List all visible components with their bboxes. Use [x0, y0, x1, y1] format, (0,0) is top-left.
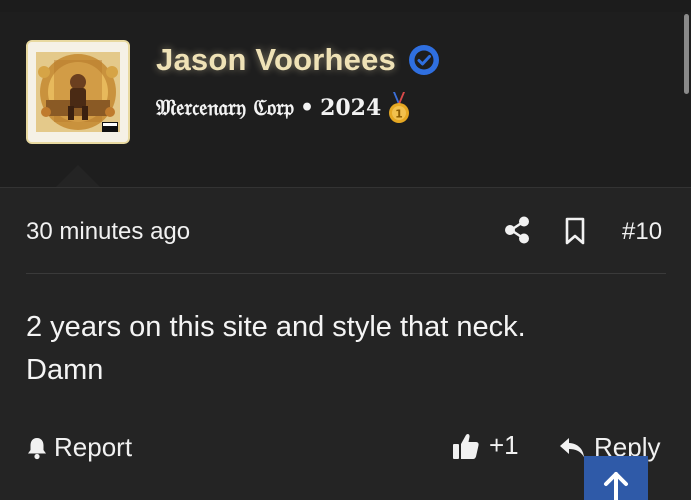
bookmark-icon[interactable] [563, 216, 587, 246]
post-body: 2 years on this site and style that neck… [26, 306, 666, 392]
reply-arrow-icon [560, 437, 584, 457]
user-title: 𝔐𝔢𝔯𝔠𝔢𝔫𝔞𝔯𝔶 ℭ𝔬𝔯𝔭 [156, 95, 294, 121]
arrow-up-icon [604, 472, 628, 500]
scroll-to-top-button[interactable] [584, 456, 648, 500]
album-cover-icon [28, 42, 128, 142]
post-timestamp[interactable]: 30 minutes ago [26, 218, 190, 246]
header-pointer-notch [56, 165, 100, 187]
avatar[interactable] [26, 40, 130, 144]
forum-post-page: Jason Voorhees 𝔐𝔢𝔯𝔠𝔢𝔫𝔞𝔯𝔶 ℭ𝔬𝔯𝔭 • 2024 1 3… [0, 0, 691, 500]
like-button[interactable]: +1 [451, 430, 519, 461]
meta-divider [26, 273, 666, 274]
username-row: Jason Voorhees [156, 42, 440, 78]
post-body-line: Damn [26, 354, 104, 386]
share-icon[interactable] [504, 216, 530, 244]
thumbs-up-icon [453, 433, 479, 459]
header-divider [0, 187, 691, 188]
member-since-year: 2024 [320, 95, 382, 121]
like-count: +1 [489, 430, 519, 460]
svg-text:1: 1 [395, 108, 403, 121]
report-button[interactable]: Report [26, 432, 132, 463]
post-body-line: 2 years on this site and style that neck… [26, 311, 526, 343]
post-actions: Report +1 Reply [26, 426, 666, 470]
user-title-row: 𝔐𝔢𝔯𝔠𝔢𝔫𝔞𝔯𝔶 ℭ𝔬𝔯𝔭 • 2024 1 [156, 92, 411, 124]
report-label: Report [54, 432, 133, 462]
scrollbar[interactable] [684, 14, 689, 94]
bell-icon [28, 437, 46, 459]
verified-badge-icon [408, 45, 439, 75]
top-strip [0, 0, 691, 12]
medal-icon: 1 [389, 92, 410, 123]
username[interactable]: Jason Voorhees [156, 42, 396, 78]
post-meta-row: 30 minutes ago #10 [26, 210, 666, 254]
post-number-link[interactable]: #10 [622, 218, 662, 246]
title-separator: • [300, 95, 315, 121]
